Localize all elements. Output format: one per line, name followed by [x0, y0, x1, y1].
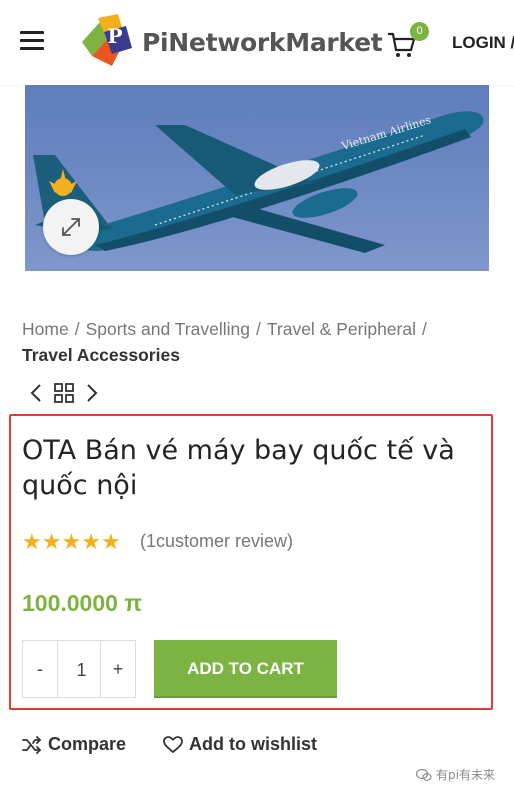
logo-text[interactable]: PiNetworkMarket: [142, 28, 383, 57]
cart-count-badge: 0: [410, 22, 429, 41]
shuffle-icon: [22, 735, 41, 754]
compare-link[interactable]: Compare: [22, 734, 126, 755]
wishlist-label: Add to wishlist: [189, 734, 317, 754]
star-rating: ★★★★★: [22, 531, 121, 555]
breadcrumb-separator: /: [255, 319, 261, 339]
zoom-expand-icon: [62, 218, 80, 236]
login-link[interactable]: LOGIN /: [452, 33, 514, 53]
quantity-decrease-button[interactable]: -: [23, 641, 58, 697]
quantity-stepper: - +: [22, 640, 136, 699]
wechat-icon: [416, 768, 432, 781]
breadcrumb-separator: /: [421, 319, 427, 339]
add-to-cart-button[interactable]: ADD TO CART: [154, 640, 337, 698]
breadcrumb-sports[interactable]: Sports and Travelling: [86, 319, 250, 339]
quantity-increase-button[interactable]: +: [100, 641, 135, 697]
breadcrumb-separator: /: [74, 319, 80, 339]
wishlist-link[interactable]: Add to wishlist: [163, 734, 317, 755]
compare-label: Compare: [48, 734, 127, 754]
star-icon: ★: [81, 530, 101, 555]
review-count-link[interactable]: (1customer review): [140, 531, 293, 552]
quantity-input[interactable]: [58, 641, 105, 699]
product-price: 100.0000 π: [22, 590, 142, 616]
breadcrumb-travel-peripheral[interactable]: Travel & Peripheral: [267, 319, 416, 339]
product-title: OTA Bán vé máy bay quốc tế và quốc nội: [22, 435, 455, 501]
cart-icon[interactable]: 0: [386, 22, 430, 64]
chevron-left-icon[interactable]: [28, 382, 44, 404]
star-icon: ★: [22, 530, 42, 555]
site-header: P PiNetworkMarket 0 LOGIN /: [0, 0, 514, 85]
heart-icon: [163, 735, 183, 753]
grid-icon[interactable]: [54, 383, 74, 403]
breadcrumb: Home / Sports and Travelling / Travel & Peri…: [22, 316, 492, 368]
chevron-right-icon[interactable]: [84, 382, 100, 404]
breadcrumb-current: Travel Accessories: [22, 345, 180, 365]
svg-text:P: P: [107, 24, 122, 48]
hamburger-icon[interactable]: [20, 31, 46, 51]
star-icon: ★: [100, 530, 121, 555]
star-icon: ★: [41, 530, 62, 555]
watermark: 有pi有未来: [416, 766, 495, 783]
breadcrumb-home[interactable]: Home: [22, 319, 69, 339]
watermark-text: 有pi有未来: [436, 768, 495, 782]
zoom-button[interactable]: [43, 199, 99, 255]
star-icon: ★: [61, 530, 82, 555]
